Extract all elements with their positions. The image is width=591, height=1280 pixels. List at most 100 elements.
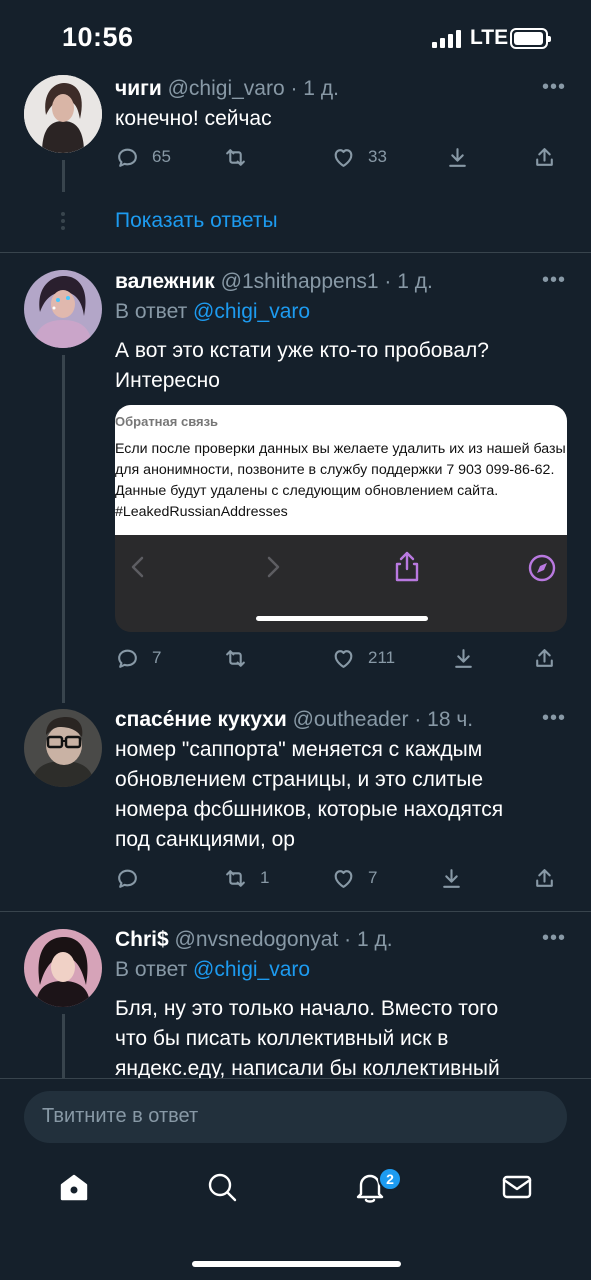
- conversation-screen: 10:56 LTE чиги @chigi_varo · 1 д. ••• ко…: [0, 0, 591, 1280]
- tab-search[interactable]: [205, 1170, 245, 1210]
- author-handle-time: @chigi_varo · 1 д.: [167, 77, 339, 100]
- download-button[interactable]: [439, 863, 464, 893]
- more-options-icon[interactable]: •••: [542, 269, 566, 292]
- thread-line: [62, 1014, 65, 1078]
- download-icon: [455, 648, 472, 668]
- reply-handle-link[interactable]: @chigi_varo: [193, 300, 310, 323]
- divider: [0, 252, 591, 253]
- browser-back-icon: [131, 556, 144, 578]
- browser-forward-icon: [267, 556, 280, 578]
- tweet-actions: 7 211: [115, 643, 565, 673]
- more-options-icon[interactable]: •••: [542, 707, 566, 730]
- heart-icon: [334, 148, 353, 167]
- retweet-button[interactable]: [223, 142, 260, 172]
- reply-button[interactable]: 7: [115, 643, 161, 673]
- media-title: Обратная связь: [115, 414, 219, 429]
- reply-context: В ответ @chigi_varo: [115, 300, 310, 324]
- tweet-text-line: номера фсбшников, которые находятся: [115, 798, 504, 821]
- reply-button[interactable]: [115, 863, 152, 893]
- like-button[interactable]: 211: [331, 643, 395, 673]
- thread-line: [62, 355, 65, 703]
- author-handle-time: @1shithappens1 · 1 д.: [220, 270, 433, 293]
- retweet-icon: [226, 649, 245, 667]
- browser-share-icon: [395, 551, 419, 582]
- tweet-text-line: Интересно: [115, 369, 220, 392]
- tweet-actions: 65 33: [115, 142, 565, 172]
- search-icon: [208, 1173, 237, 1202]
- retweet-button[interactable]: [223, 643, 260, 673]
- download-icon: [443, 868, 460, 888]
- status-time: 10:56: [62, 22, 134, 52]
- media-home-indicator: [256, 616, 428, 621]
- avatar[interactable]: [24, 270, 102, 348]
- more-options-icon[interactable]: •••: [542, 76, 566, 99]
- reply-handle-link[interactable]: @chigi_varo: [193, 958, 310, 981]
- notifications-badge: 2: [378, 1167, 402, 1191]
- tweet-text-line: обновлением страницы, и это слитые: [115, 768, 484, 791]
- reply-prefix: В ответ: [115, 300, 188, 323]
- retweet-button[interactable]: 1: [223, 863, 269, 893]
- media-line: Если после проверки данных вы желаете уд…: [115, 441, 566, 457]
- share-icon: [536, 648, 553, 667]
- author-name[interactable]: чиги: [115, 77, 162, 100]
- share-button[interactable]: [532, 863, 557, 893]
- retweet-count: 1: [260, 868, 270, 887]
- thread-line: [62, 160, 65, 192]
- share-icon: [536, 868, 553, 887]
- browser-compass-icon: [528, 554, 556, 582]
- reply-icon: [118, 649, 137, 668]
- tab-messages[interactable]: [500, 1170, 540, 1210]
- download-button[interactable]: [451, 643, 476, 673]
- media-line: #LeakedRussianAddresses: [115, 504, 288, 520]
- reply-compose-field[interactable]: Твитните в ответ: [24, 1091, 567, 1143]
- cellular-signal-icon: [432, 30, 464, 48]
- share-icon: [536, 147, 553, 166]
- author-name[interactable]: Chri$: [115, 928, 169, 951]
- author-handle-time: @nvsnedogonyat · 1 д.: [174, 928, 393, 951]
- share-button[interactable]: [532, 643, 557, 673]
- tab-home[interactable]: [57, 1170, 97, 1210]
- retweet-icon: [226, 869, 245, 887]
- share-button[interactable]: [532, 142, 557, 172]
- tweet-text-line: номер "саппорта" меняется с каждым: [115, 738, 483, 761]
- tweet-media-image[interactable]: Обратная связь Если после проверки данны…: [115, 405, 567, 632]
- heart-icon: [334, 869, 353, 888]
- media-screenshot-content: Обратная связь Если после проверки данны…: [115, 405, 567, 535]
- tweet-text-line: что бы писать коллективный иск в: [115, 1027, 449, 1050]
- reply-count: 65: [152, 147, 171, 166]
- media-line: Данные будут удалены с следующим обновле…: [115, 483, 499, 499]
- like-count: 211: [368, 648, 396, 667]
- tweet-text-line: под санкциями, ор: [115, 828, 295, 851]
- avatar[interactable]: [24, 75, 102, 153]
- status-bar: 10:56 LTE: [0, 0, 591, 78]
- author-handle-time: @outheader · 18 ч.: [292, 708, 474, 731]
- download-button[interactable]: [445, 142, 470, 172]
- like-button[interactable]: 33: [331, 142, 387, 172]
- tweet-text: номер "саппорта" меняется с каждым обнов…: [115, 735, 565, 855]
- tweet-text: А вот это кстати уже кто-то пробовал? Ин…: [115, 336, 565, 396]
- like-count: 33: [368, 147, 387, 166]
- like-button[interactable]: 7: [331, 863, 377, 893]
- heart-icon: [334, 649, 353, 668]
- like-count: 7: [368, 868, 378, 887]
- reply-button[interactable]: 65: [115, 142, 171, 172]
- tweet-text: Бля, ну это только начало. Вместо того ч…: [115, 994, 565, 1078]
- avatar[interactable]: [24, 929, 102, 1007]
- retweet-icon: [226, 148, 245, 166]
- home-icon: [60, 1174, 88, 1201]
- network-type: LTE: [470, 26, 509, 49]
- reply-icon: [118, 869, 137, 888]
- home-indicator: [192, 1261, 401, 1267]
- show-replies-link[interactable]: Показать ответы: [115, 209, 278, 233]
- author-name[interactable]: спасе́ние кукухи: [115, 708, 287, 731]
- media-line: для анонимности, позвоните в службу подд…: [115, 462, 555, 478]
- tweet-text: конечно! сейчас: [115, 107, 272, 130]
- battery-icon: [510, 28, 551, 49]
- more-options-icon[interactable]: •••: [542, 927, 566, 950]
- avatar[interactable]: [24, 709, 102, 787]
- tweet-actions: 1 7: [115, 863, 565, 893]
- tweet-text-line: яндекс.еду, написали бы коллективный: [115, 1057, 500, 1078]
- tweet-text-line: А вот это кстати уже кто-то пробовал?: [115, 339, 489, 362]
- reply-prefix: В ответ: [115, 958, 188, 981]
- author-name[interactable]: валежник: [115, 270, 215, 293]
